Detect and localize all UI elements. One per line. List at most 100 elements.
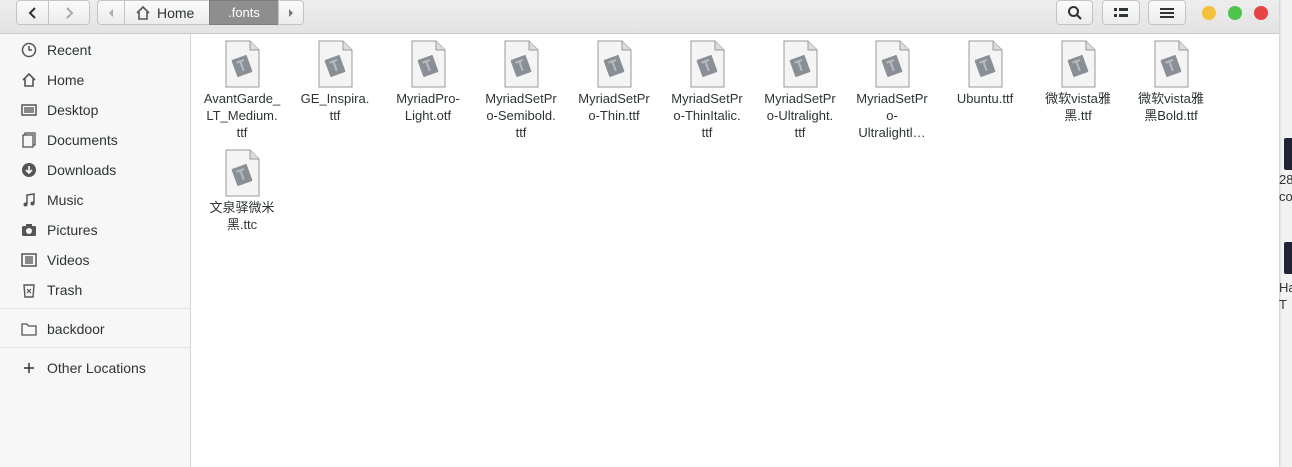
sidebar-item-videos[interactable]: Videos [20,248,90,272]
back-button[interactable] [16,0,49,25]
font-file-icon [966,40,1004,88]
file-name-line: ttf [515,125,527,140]
background-thumbnail [1284,242,1292,274]
file-name-line: LT_Medium. [206,108,278,123]
file-name-line: o-Ultralight. [766,108,834,123]
search-icon [1067,5,1082,20]
file-item[interactable]: GE_Inspira. ttf [289,40,381,124]
sidebar-item-music[interactable]: Music [20,188,84,212]
file-item[interactable]: 微软vista雅 黑Bold.ttf [1125,40,1217,124]
path-scroll-left-button[interactable] [97,0,125,25]
folder-icon [20,320,38,338]
sidebar-item-label: Home [47,72,85,88]
file-name-line: MyriadSetPr [485,91,557,106]
sidebar-item-backdoor[interactable]: backdoor [20,317,105,341]
maximize-button[interactable] [1228,6,1242,20]
list-view-icon [1114,7,1128,17]
file-name-label: 微软vista雅 黑Bold.ttf [1125,90,1217,124]
font-file-icon [688,40,726,88]
sidebar-item-label: backdoor [47,321,105,337]
sidebar-separator [0,347,190,348]
forward-button[interactable] [48,0,90,25]
file-name-line: ttf [329,108,341,123]
background-text-fragment: Ha [1279,280,1292,295]
minimize-button[interactable] [1202,6,1216,20]
font-file-icon [873,40,911,88]
file-name-line: 黑Bold.ttf [1144,108,1198,123]
file-item[interactable]: MyriadSetPr o-Ultralight. ttf [754,40,846,141]
background-text-fragment: T [1279,297,1287,312]
sidebar-item-other-locations[interactable]: Other Locations [20,356,146,380]
file-name-label: GE_Inspira. ttf [289,90,381,124]
file-name-label: MyriadSetPr o- Ultralightl… [846,90,938,141]
font-file-icon [316,40,354,88]
plus-icon [20,359,38,377]
documents-icon [20,131,38,149]
file-name-line: ttf [701,125,713,140]
sidebar-item-pictures[interactable]: Pictures [20,218,98,242]
file-grid: AvantGarde_ LT_Medium. ttf GE_Inspira. ttf My… [191,34,1279,467]
path-current-label: .fonts [228,5,260,20]
file-item[interactable]: MyriadPro- Light.otf [382,40,474,124]
file-item[interactable]: MyriadSetPr o- Ultralightl… [846,40,938,141]
path-current-button[interactable]: .fonts [209,0,279,25]
path-home-button[interactable]: Home [124,0,210,25]
path-scroll-right-button[interactable] [278,0,304,25]
background-text-fragment: cor [1279,189,1292,204]
file-name-line: ttf [236,125,248,140]
desktop-icon [20,101,38,119]
chevron-left-icon [28,6,36,19]
file-name-label: MyriadSetPr o-ThinItalic. ttf [661,90,753,141]
triangle-right-icon [289,8,293,17]
file-name-line: MyriadSetPr [764,91,836,106]
sidebar-item-label: Downloads [47,162,117,178]
file-item[interactable]: MyriadSetPr o-ThinItalic. ttf [661,40,753,141]
file-name-line: MyriadPro- [396,91,460,106]
file-item[interactable]: MyriadSetPr o-Semibold. ttf [475,40,567,141]
file-item[interactable]: MyriadSetPr o-Thin.ttf [568,40,660,124]
file-name-line: 微软vista雅 [1045,91,1111,106]
sidebar-item-documents[interactable]: Documents [20,128,118,152]
search-button[interactable] [1056,0,1093,25]
font-file-icon [781,40,819,88]
file-name-line: o-Semibold. [486,108,556,123]
background-text-fragment: 28 [1279,172,1292,187]
file-item[interactable]: AvantGarde_ LT_Medium. ttf [196,40,288,141]
file-item[interactable]: 文泉驿微米 黑.ttc [196,149,288,233]
file-name-label: MyriadSetPr o-Semibold. ttf [475,90,567,141]
close-button[interactable] [1254,6,1268,20]
file-name-line: ttf [794,125,806,140]
sidebar-item-label: Trash [47,282,83,298]
hamburger-icon [1160,7,1174,18]
file-name-line: MyriadSetPr [856,91,928,106]
sidebar-item-home[interactable]: Home [20,68,84,92]
file-name-label: Ubuntu.ttf [939,90,1031,107]
places-sidebar: Recent Home Desktop Documents Downloads … [0,34,191,467]
sidebar-item-recent[interactable]: Recent [20,38,91,62]
trash-icon [20,281,38,299]
file-name-label: AvantGarde_ LT_Medium. ttf [196,90,288,141]
sidebar-item-trash[interactable]: Trash [20,278,82,302]
file-name-line: Ubuntu.ttf [956,91,1014,106]
home-icon [136,5,150,20]
header-bar: Home .fonts [0,0,1279,34]
background-window-strip [1279,0,1292,467]
sidebar-item-label: Desktop [47,102,99,118]
view-options-button[interactable] [1102,0,1140,25]
sidebar-item-downloads[interactable]: Downloads [20,158,116,182]
font-file-icon [223,40,261,88]
sidebar-item-desktop[interactable]: Desktop [20,98,98,122]
sidebar-item-label: Recent [47,42,92,58]
path-home-label: Home [157,4,195,21]
file-name-line: MyriadSetPr [671,91,743,106]
file-name-line: 文泉驿微米 [209,200,275,215]
file-name-label: MyriadPro- Light.otf [382,90,474,124]
chevron-right-icon [66,6,74,19]
file-name-label: 微软vista雅 黑.ttf [1032,90,1124,124]
camera-icon [20,221,38,239]
menu-button[interactable] [1148,0,1186,25]
file-item[interactable]: Ubuntu.ttf [939,40,1031,107]
sidebar-separator [0,308,190,309]
file-item[interactable]: 微软vista雅 黑.ttf [1032,40,1124,124]
font-file-icon [595,40,633,88]
